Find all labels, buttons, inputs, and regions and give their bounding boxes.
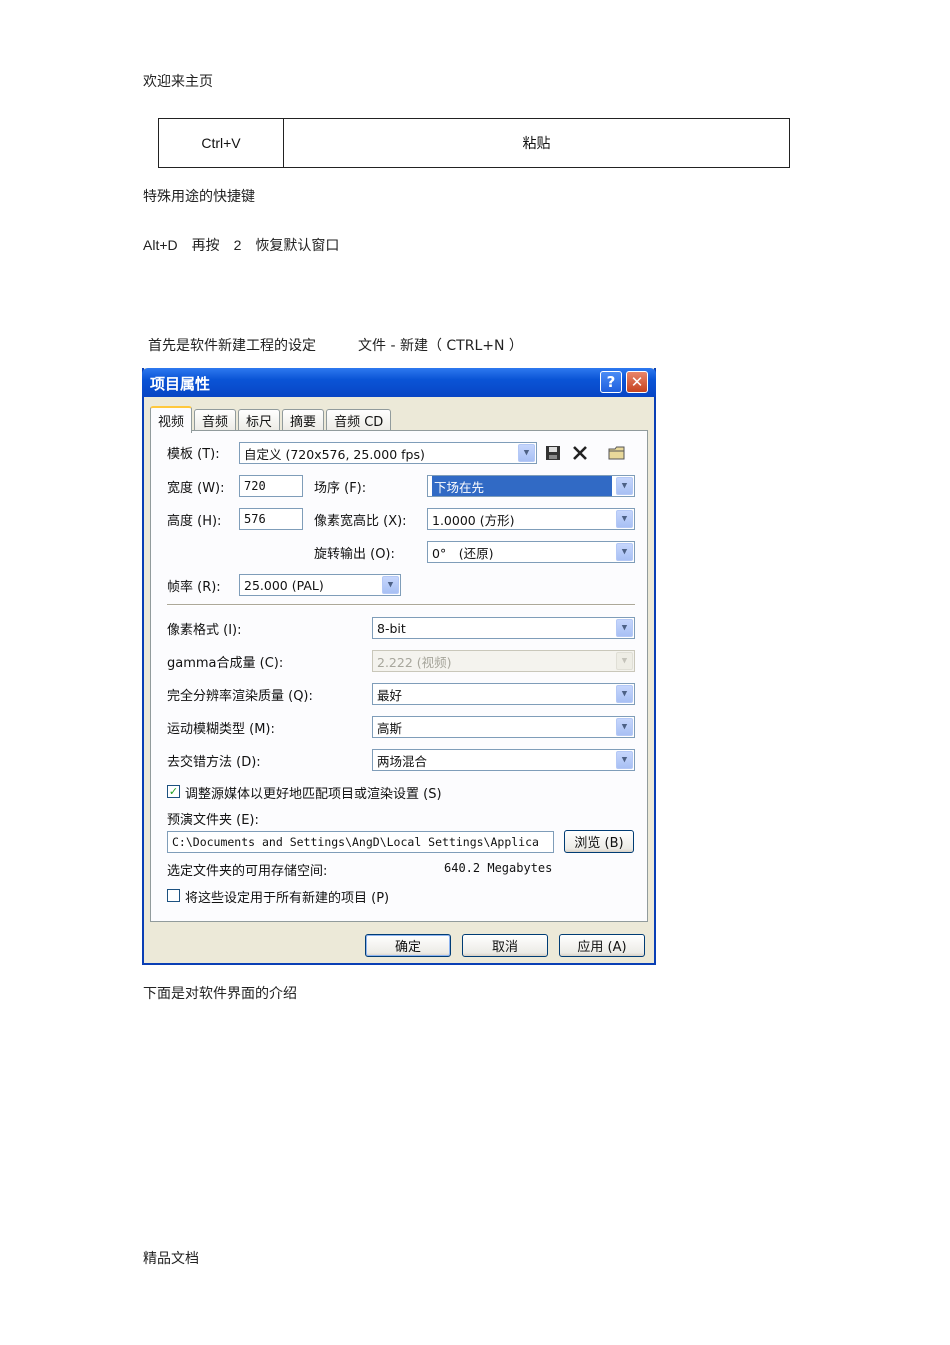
gamma-select[interactable]: 2.222 (视频) ▼ [372, 650, 635, 672]
chevron-down-icon: ▼ [616, 477, 633, 495]
motion-blur-label: 运动模糊类型 (M): [167, 722, 275, 737]
page-header: 欢迎来主页 [143, 74, 213, 90]
tab-ruler[interactable]: 标尺 [238, 409, 281, 431]
open-template-button[interactable] [607, 443, 627, 463]
pixel-aspect-label: 像素宽高比 (X): [314, 514, 407, 529]
width-label: 宽度 (W): [167, 481, 225, 496]
apply-button[interactable]: 应用 (A) [559, 934, 645, 957]
shortcut-line: Alt+D 再按 2 恢复默认窗口 [143, 237, 340, 253]
deinterlace-select[interactable]: 两场混合 ▼ [372, 749, 635, 771]
free-space-value: 640.2 Megabytes [444, 861, 553, 875]
tab-audio[interactable]: 音频 [194, 409, 237, 431]
delete-template-button[interactable] [570, 443, 590, 463]
rotation-label: 旋转输出 (O): [314, 547, 395, 562]
render-quality-label: 完全分辨率渲染质量 (Q): [167, 689, 313, 704]
prerender-folder-input[interactable]: C:\Documents and Settings\AngD\Local Set… [167, 831, 554, 853]
height-label: 高度 (H): [167, 514, 222, 529]
pixel-aspect-select[interactable]: 1.0000 (方形) ▼ [427, 508, 635, 530]
frame-rate-label: 帧率 (R): [167, 580, 221, 595]
field-order-select[interactable]: 下场在先 ▼ [427, 475, 635, 497]
page-footer: 精品文档 [143, 1251, 199, 1267]
tab-video[interactable]: 视频 [150, 406, 193, 433]
project-properties-dialog: 项目属性 ? ✕ 视频 音频 标尺 摘要 音频 CD 模板 (T): 自定义 (… [142, 368, 656, 965]
dialog-title: 项目属性 [150, 375, 211, 393]
frame-rate-select[interactable]: 25.000 (PAL) ▼ [239, 574, 401, 596]
pixel-format-select[interactable]: 8-bit ▼ [372, 617, 635, 639]
apply-all-label: 将这些设定用于所有新建的项目 (P) [185, 891, 390, 906]
pixel-format-label: 像素格式 (I): [167, 623, 242, 638]
help-icon: ? [606, 373, 616, 391]
field-order-label: 场序 (F): [314, 481, 367, 496]
cancel-button[interactable]: 取消 [462, 934, 548, 957]
chevron-down-icon: ▼ [616, 685, 633, 703]
section-divider [167, 604, 635, 606]
prerender-folder-label: 预演文件夹 (E): [167, 813, 259, 828]
shortcut-table: Ctrl+V 粘贴 [158, 118, 790, 168]
deinterlace-label: 去交错方法 (D): [167, 755, 261, 770]
template-select[interactable]: 自定义 (720x576, 25.000 fps) ▼ [239, 442, 537, 464]
ok-button[interactable]: 确定 [365, 934, 451, 957]
template-label: 模板 (T): [167, 447, 220, 462]
browse-button[interactable]: 浏览 (B) [564, 830, 634, 853]
chevron-down-icon: ▼ [616, 619, 633, 637]
width-input[interactable]: 720 [239, 475, 303, 497]
tab-summary[interactable]: 摘要 [282, 409, 325, 431]
folder-icon [608, 446, 625, 460]
chevron-down-icon: ▼ [616, 510, 633, 528]
height-input[interactable]: 576 [239, 508, 303, 530]
render-quality-select[interactable]: 最好 ▼ [372, 683, 635, 705]
chevron-down-icon: ▼ [616, 543, 633, 561]
shortcut-action-cell: 粘贴 [522, 136, 551, 152]
tab-bar: 视频 音频 标尺 摘要 音频 CD [150, 406, 393, 433]
chevron-down-icon: ▼ [382, 576, 399, 594]
save-icon [546, 446, 560, 460]
save-template-button[interactable] [543, 443, 563, 463]
gamma-label: gamma合成量 (C): [167, 656, 284, 671]
chevron-down-icon: ▼ [616, 652, 633, 670]
help-button[interactable]: ? [600, 371, 622, 393]
tab-audio-cd[interactable]: 音频 CD [326, 409, 392, 431]
chevron-down-icon: ▼ [616, 751, 633, 769]
adjust-source-checkbox[interactable]: ✓ [167, 785, 180, 798]
after-dialog-text: 下面是对软件界面的介绍 [143, 986, 297, 1002]
shortcut-key-cell: Ctrl+V [159, 119, 284, 167]
chevron-down-icon: ▼ [518, 444, 535, 462]
apply-all-checkbox[interactable] [167, 889, 180, 902]
dialog-titlebar: 项目属性 ? ✕ [142, 368, 656, 397]
free-space-label: 选定文件夹的可用存储空间: [167, 864, 328, 879]
delete-icon [573, 446, 587, 460]
chevron-down-icon: ▼ [616, 718, 633, 736]
close-icon: ✕ [630, 373, 644, 391]
adjust-source-label: 调整源媒体以更好地匹配项目或渲染设置 (S) [185, 787, 442, 802]
close-button[interactable]: ✕ [626, 371, 648, 393]
rotation-select[interactable]: 0° (还原) ▼ [427, 541, 635, 563]
video-tab-panel: 模板 (T): 自定义 (720x576, 25.000 fps) ▼ 宽度 (… [150, 430, 648, 922]
intro-line: 首先是软件新建工程的设定 文件 - 新建（ CTRL+N ） [148, 338, 523, 354]
section-title: 特殊用途的快捷键 [143, 189, 255, 205]
motion-blur-select[interactable]: 高斯 ▼ [372, 716, 635, 738]
